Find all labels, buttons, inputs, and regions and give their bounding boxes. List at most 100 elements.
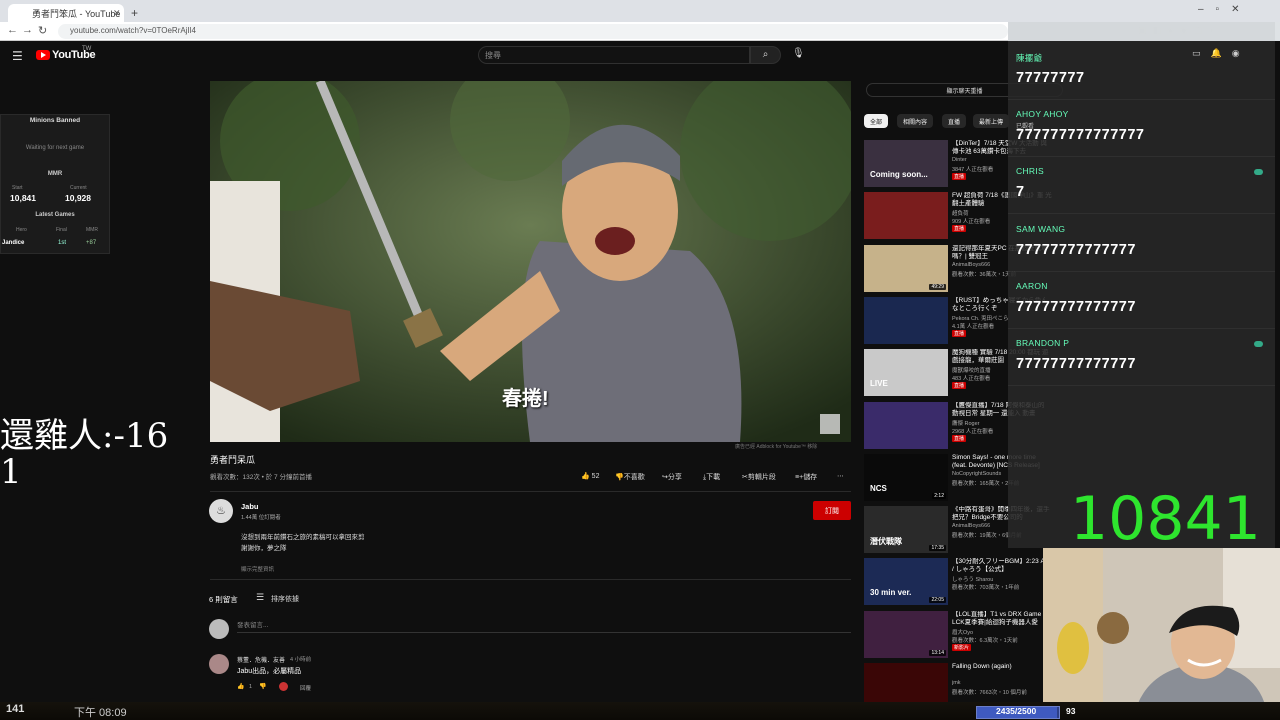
- reload-icon[interactable]: ↻: [38, 24, 47, 37]
- channel-name[interactable]: Jabu: [241, 502, 259, 511]
- channel-subscribers: 1.44萬 位訂閱者: [241, 515, 281, 521]
- search-placeholder: 搜尋: [485, 51, 501, 60]
- tab-close-icon[interactable]: ✕: [113, 8, 121, 19]
- chicken-line-2: 1: [0, 452, 22, 492]
- webcam-image: [1043, 548, 1280, 720]
- thumbs-up-icon: 👍: [581, 473, 590, 480]
- tab-title: 勇者鬥笨瓜 - YouTube: [32, 9, 121, 19]
- comment-author-avatar[interactable]: [209, 654, 229, 674]
- thumbs-down-icon: 👎: [615, 474, 624, 481]
- recommended-meta: 3847 人正在觀看: [952, 167, 994, 173]
- comment-author[interactable]: 蔡董．危機．友善: [237, 655, 285, 664]
- download-label: 下載: [706, 474, 721, 481]
- comment-reply-button[interactable]: 回覆: [300, 684, 311, 692]
- recommended-thumbnail[interactable]: [864, 192, 948, 240]
- chip-recent[interactable]: 最新上傳: [973, 114, 1010, 128]
- live-badge: 新影片: [952, 643, 972, 651]
- chip-live[interactable]: 直播: [942, 114, 967, 128]
- add-comment-input[interactable]: 發表留言...: [237, 619, 268, 629]
- recommended-thumbnail[interactable]: NCS 2:12: [864, 453, 948, 501]
- comment-input-underline: [237, 632, 851, 633]
- recommended-meta: 909 人正在觀看: [952, 219, 991, 226]
- recommended-thumbnail[interactable]: [864, 296, 948, 344]
- chat-message: 77777777777777: [1016, 298, 1136, 315]
- chat-overlay-top: [1008, 22, 1280, 41]
- save-label: 儲存: [803, 474, 818, 481]
- thumbnail-label: Coming soon...: [870, 170, 928, 179]
- recommended-thumbnail[interactable]: 30 min ver. 22:05: [864, 558, 948, 606]
- minions-waiting-text: Waiting for next game: [25, 145, 85, 151]
- recommended-title[interactable]: Falling Down (again): [952, 663, 1052, 671]
- adblock-attribution: 廣告已經 Adblock for Youtube™ 移除: [735, 444, 818, 450]
- window-controls[interactable]: –▫✕: [1198, 4, 1252, 15]
- dislike-button[interactable]: 👎不喜歡: [615, 472, 645, 482]
- comment-like-icon[interactable]: 👍: [237, 683, 244, 690]
- comment-time[interactable]: 4 小時前: [290, 655, 311, 663]
- channel-avatar[interactable]: ♨: [209, 499, 233, 523]
- recommended-meta: 觀看次數：6.3萬次・1天前: [952, 637, 1018, 644]
- divider: [210, 579, 851, 580]
- user-avatar: [209, 619, 229, 639]
- recommended-title[interactable]: 【30分耐久フリーBGM】2:23 AM / しゃろう【公式】: [952, 558, 1052, 574]
- chip-related[interactable]: 相關內容: [897, 114, 934, 128]
- video-duration: 2:12: [932, 492, 946, 499]
- thumbnail-label: NCS: [870, 483, 887, 493]
- recommended-channel[interactable]: jmk: [952, 680, 1052, 686]
- clip-button[interactable]: ✂剪輯片段: [742, 472, 776, 482]
- save-icon: ≡+: [795, 474, 804, 481]
- url-input[interactable]: youtube.com/watch?v=0TOeRrAjIl4: [58, 24, 1008, 39]
- more-actions-button[interactable]: ⋯: [837, 472, 844, 480]
- chat-author: SAM WANG: [1016, 223, 1066, 234]
- save-button[interactable]: ≡+儲存: [795, 472, 817, 482]
- chat-author: AHOY AHOY: [1016, 109, 1069, 120]
- recommended-thumbnail[interactable]: [864, 401, 948, 449]
- description-line-2: 謝謝你，夢之隊: [241, 545, 287, 552]
- col-mmr-header: MMR: [86, 227, 98, 233]
- search-input[interactable]: 搜尋: [478, 46, 750, 64]
- region-label: TW: [82, 46, 92, 52]
- hp-text: 2435/2500: [996, 706, 1037, 716]
- recommended-thumbnail[interactable]: 49:29: [864, 244, 948, 292]
- creator-heart-icon: [279, 682, 288, 691]
- recommended-thumbnail[interactable]: Coming soon...: [864, 140, 948, 187]
- recommended-channel[interactable]: しゃろう Sharou: [952, 575, 1052, 583]
- recommended-thumbnail[interactable]: LIVE: [864, 349, 948, 397]
- minions-title: Minions Banned: [29, 117, 81, 124]
- bottom-overlay-bar: [0, 702, 1280, 720]
- webcam-feed: [1043, 548, 1280, 720]
- sort-icon[interactable]: ☰: [256, 592, 264, 603]
- col-hero-header: Hero: [16, 227, 27, 233]
- comment-text: Jabu出品，必屬精品: [237, 668, 302, 675]
- live-badge: 直播: [952, 225, 967, 233]
- download-button[interactable]: ⤓下載: [703, 472, 720, 482]
- chat-message: 77777777777777: [1016, 241, 1136, 258]
- search-button[interactable]: ⌕: [750, 46, 781, 64]
- sort-button[interactable]: 排序依據: [271, 594, 299, 604]
- game-mmr: +87: [86, 240, 97, 246]
- chat-message: 7: [1016, 184, 1025, 201]
- youtube-play-icon: [41, 52, 46, 58]
- forward-icon[interactable]: →: [22, 24, 33, 36]
- recommended-thumbnail[interactable]: 13:14: [864, 610, 948, 658]
- video-meta: 觀看次數：132次 • 於 7 分鐘前首播: [210, 474, 312, 481]
- live-badge: 直播: [952, 434, 967, 442]
- chat-author: CHRIS: [1016, 166, 1044, 177]
- chip-all[interactable]: 全部: [864, 114, 889, 128]
- subscribe-button[interactable]: 訂閱: [813, 501, 851, 520]
- recommended-thumbnail[interactable]: 潛伏戰隊 17:35: [864, 506, 948, 554]
- browser-tab[interactable]: 勇者鬥笨瓜 - YouTube: [8, 4, 124, 22]
- clip-label: 剪輯片段: [747, 474, 776, 481]
- back-icon[interactable]: ←: [7, 24, 18, 36]
- new-tab-icon[interactable]: +: [131, 6, 138, 20]
- chat-message-row: [1008, 159, 1275, 215]
- recommended-channel[interactable]: 眉大Oyo: [952, 628, 1052, 636]
- menu-icon[interactable]: ☰: [12, 49, 23, 63]
- comment-dislike-icon[interactable]: 👎: [259, 683, 266, 690]
- like-button[interactable]: 👍 52: [581, 472, 599, 480]
- show-more-link[interactable]: 顯示完整資訊: [241, 565, 274, 573]
- recommended-meta: 觀看次數：703萬次・1年前: [952, 585, 1020, 592]
- recommended-meta: 483 人正在觀看: [952, 376, 991, 383]
- microphone-icon[interactable]: 🎙: [792, 48, 805, 59]
- share-button[interactable]: ↪分享: [662, 472, 682, 482]
- recommended-title[interactable]: 【LOL直播】T1 vs DRX Game LCK夏季賽|給迴狗子機器人愛: [952, 611, 1052, 627]
